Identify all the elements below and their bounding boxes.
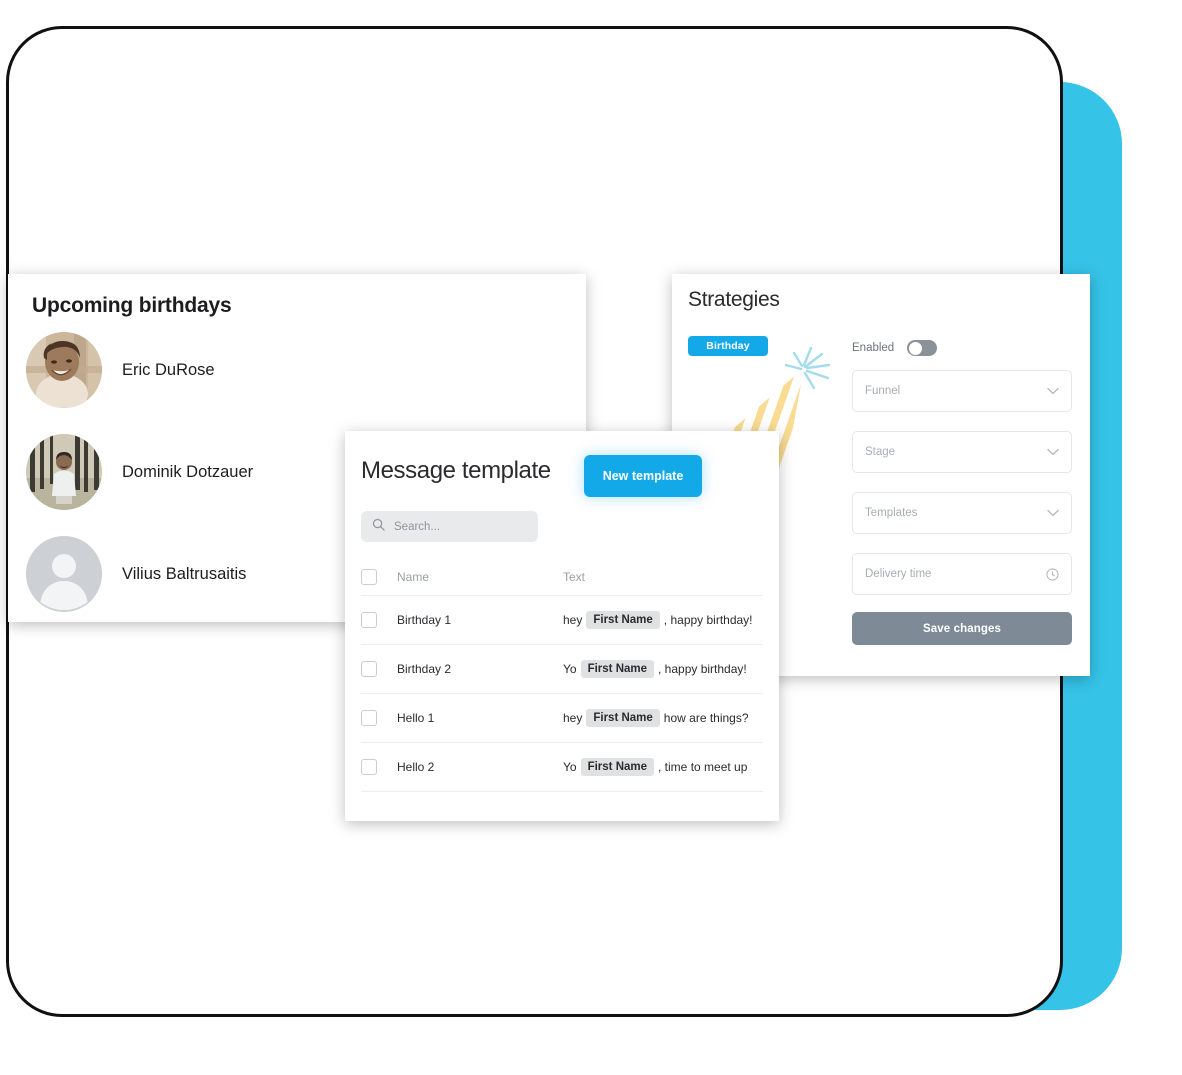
text-prefix: Yo: [563, 760, 577, 774]
photo-portrait-forest-icon: [26, 434, 102, 510]
template-text: hey First Name , happy birthday!: [563, 611, 763, 629]
text-prefix: Yo: [563, 662, 577, 676]
birthday-person-name: Eric DuRose: [122, 360, 215, 379]
strategies-title: Strategies: [688, 288, 780, 311]
chevron-down-icon: [1047, 448, 1059, 456]
merge-token: First Name: [586, 611, 660, 629]
message-template-card: Message template New template Search... …: [345, 431, 779, 821]
search-input[interactable]: Search...: [361, 511, 538, 542]
text-suffix: how are things?: [663, 711, 749, 725]
upcoming-birthdays-title: Upcoming birthdays: [32, 294, 232, 317]
text-suffix: , happy birthday!: [663, 613, 753, 627]
row-checkbox[interactable]: [361, 661, 377, 677]
enabled-toggle[interactable]: [907, 340, 938, 356]
template-text: Yo First Name , happy birthday!: [563, 660, 763, 678]
template-name: Hello 1: [397, 711, 435, 725]
delivery-time-input[interactable]: Delivery time: [852, 553, 1072, 595]
message-template-title: Message template: [361, 457, 551, 484]
screen-background: Upcoming birthdays Eric DuRose Dominik D…: [0, 0, 1182, 1075]
table-row[interactable]: Hello 1 hey First Name how are things?: [361, 694, 763, 743]
text-prefix: hey: [563, 711, 583, 725]
photo-portrait-sepia-icon: [26, 332, 102, 408]
templates-select-value: Templates: [865, 507, 918, 519]
table-row[interactable]: Hello 2 Yo First Name , time to meet up: [361, 743, 763, 792]
template-name: Birthday 2: [397, 662, 452, 676]
text-prefix: hey: [563, 613, 583, 627]
chevron-down-icon: [1047, 387, 1059, 395]
toggle-knob: [908, 341, 922, 355]
enabled-toggle-group: Enabled: [852, 340, 938, 356]
birthday-person-name: Dominik Dotzauer: [122, 462, 254, 481]
avatar: [26, 434, 102, 510]
stage-select-value: Stage: [865, 446, 896, 458]
save-changes-button[interactable]: Save changes: [852, 612, 1072, 645]
search-placeholder: Search...: [394, 520, 441, 533]
person-placeholder-icon: [26, 536, 102, 612]
template-text: Yo First Name , time to meet up: [563, 758, 763, 776]
birthday-list-item[interactable]: Dominik Dotzauer: [26, 434, 253, 510]
merge-token: First Name: [586, 709, 660, 727]
select-all-checkbox[interactable]: [361, 569, 377, 585]
merge-token: First Name: [580, 660, 655, 678]
table-footer: [361, 792, 763, 832]
birthday-list-item[interactable]: Eric DuRose: [26, 332, 215, 408]
search-icon: [372, 518, 385, 536]
chevron-down-icon: [1047, 509, 1059, 517]
row-checkbox[interactable]: [361, 612, 377, 628]
funnel-select[interactable]: Funnel: [852, 370, 1072, 412]
merge-token: First Name: [580, 758, 655, 776]
stage-select[interactable]: Stage: [852, 431, 1072, 473]
table-header-row: Name Text: [361, 559, 763, 596]
birthday-person-name: Vilius Baltrusaitis: [122, 564, 247, 583]
column-header-text: Text: [563, 570, 586, 584]
funnel-select-value: Funnel: [865, 385, 901, 397]
template-text: hey First Name how are things?: [563, 709, 763, 727]
row-checkbox[interactable]: [361, 710, 377, 726]
strategy-tab-birthday[interactable]: Birthday: [688, 336, 768, 356]
templates-table: Name Text Birthday 1 hey First Name , ha…: [361, 559, 763, 832]
text-suffix: , time to meet up: [658, 760, 748, 774]
avatar: [26, 332, 102, 408]
row-checkbox[interactable]: [361, 759, 377, 775]
template-name: Birthday 1: [397, 613, 452, 627]
birthday-list-item[interactable]: Vilius Baltrusaitis: [26, 536, 246, 612]
text-suffix: , happy birthday!: [658, 662, 747, 676]
enabled-label: Enabled: [852, 342, 895, 354]
table-row[interactable]: Birthday 1 hey First Name , happy birthd…: [361, 596, 763, 645]
clock-icon[interactable]: [1046, 567, 1059, 581]
delivery-time-value: Delivery time: [865, 568, 932, 580]
new-template-button[interactable]: New template: [584, 455, 702, 497]
avatar: [26, 536, 102, 612]
table-row[interactable]: Birthday 2 Yo First Name , happy birthda…: [361, 645, 763, 694]
column-header-name: Name: [397, 570, 430, 584]
template-name: Hello 2: [397, 760, 435, 774]
templates-select[interactable]: Templates: [852, 492, 1072, 534]
